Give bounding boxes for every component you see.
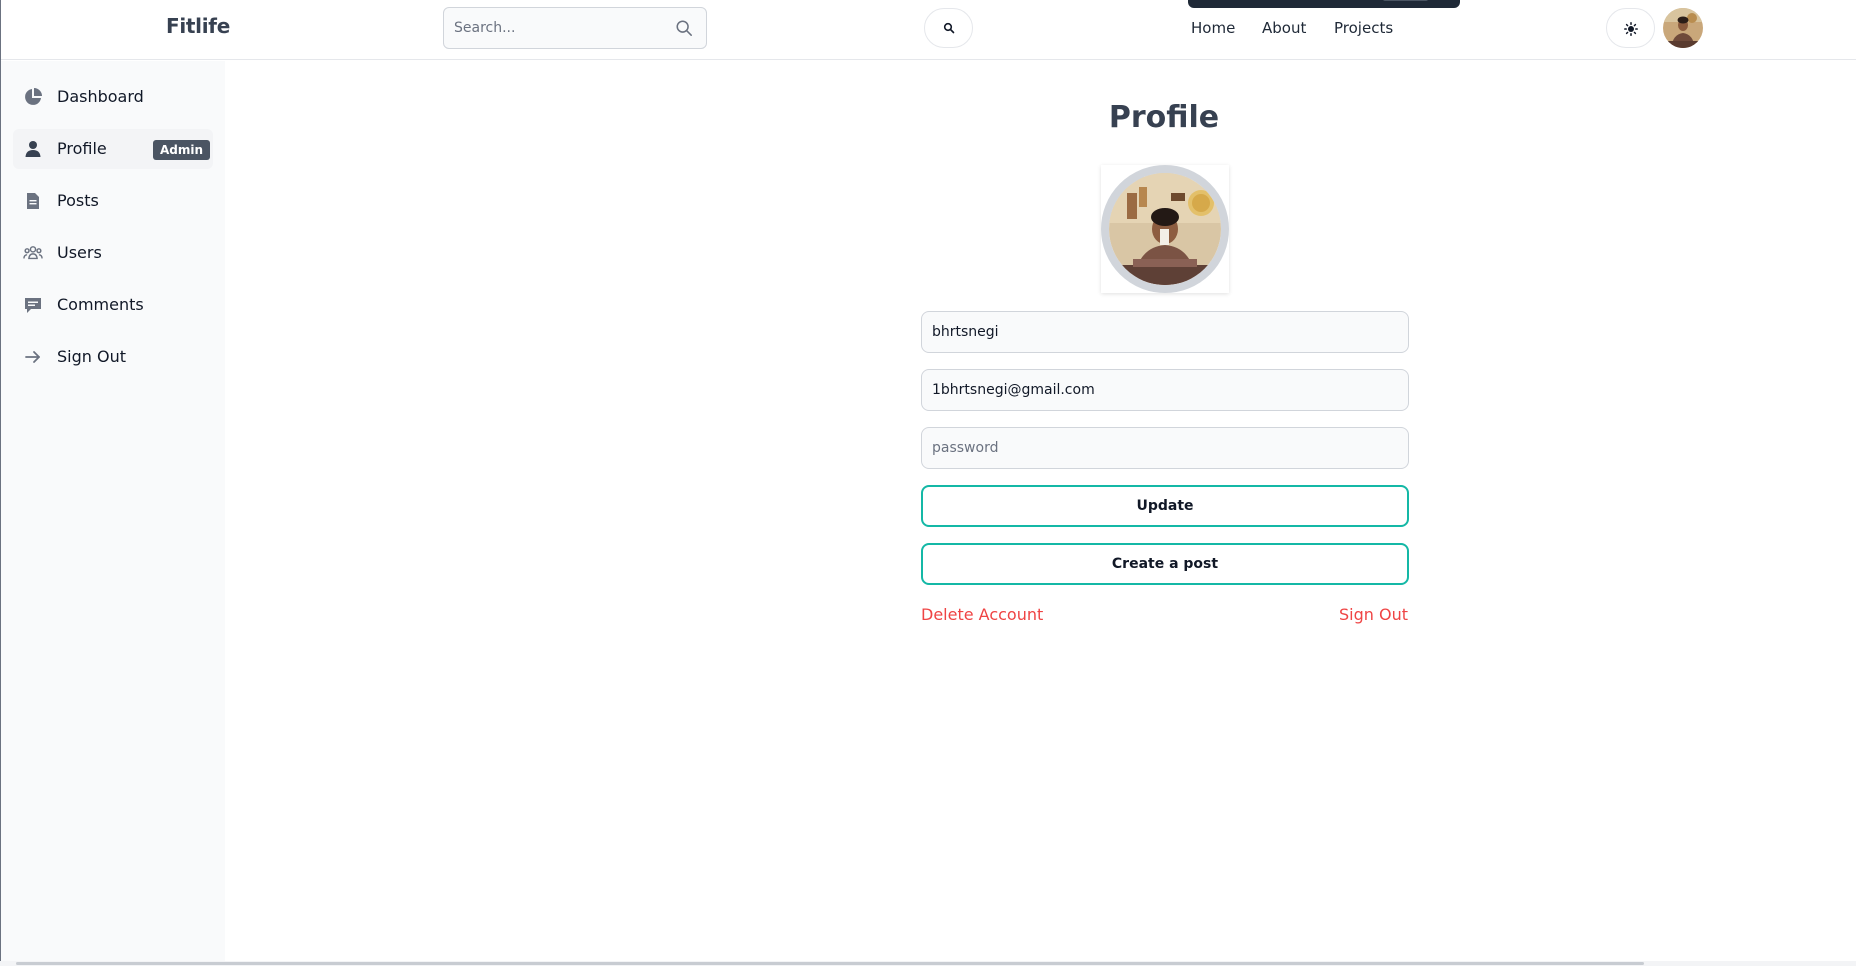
delete-account-link[interactable]: Delete Account bbox=[921, 605, 1043, 624]
user-icon bbox=[25, 141, 41, 157]
nav-about[interactable]: About bbox=[1262, 19, 1306, 37]
search-icon[interactable] bbox=[675, 19, 693, 37]
sidebar-item-posts[interactable]: Posts bbox=[13, 181, 213, 221]
sidebar-item-label: Dashboard bbox=[57, 87, 144, 106]
sidebar-item-users[interactable]: Users bbox=[13, 233, 213, 273]
sidebar-item-label: Sign Out bbox=[57, 347, 126, 366]
profile-avatar bbox=[1101, 165, 1229, 293]
sun-icon bbox=[1624, 22, 1638, 36]
search-input[interactable] bbox=[444, 8, 664, 48]
horizontal-scrollbar[interactable] bbox=[0, 961, 1856, 966]
sidebar-item-sign-out[interactable]: Sign Out bbox=[13, 337, 213, 377]
password-field[interactable] bbox=[921, 427, 1409, 469]
comment-icon bbox=[25, 298, 41, 313]
top-navbar: Fitlife Home About Projects bbox=[1, 0, 1856, 60]
document-icon bbox=[27, 193, 39, 209]
scrollbar-thumb[interactable] bbox=[16, 962, 1644, 965]
page-title: Profile bbox=[1108, 100, 1220, 135]
sidebar-item-label: Users bbox=[57, 243, 102, 262]
profile-image bbox=[1109, 173, 1221, 285]
brand-logo[interactable]: Fitlife bbox=[166, 14, 230, 38]
sidebar-item-dashboard[interactable]: Dashboard bbox=[13, 77, 213, 117]
create-post-button[interactable]: Create a post bbox=[921, 543, 1409, 585]
email-field[interactable] bbox=[921, 369, 1409, 411]
sidebar-item-label: Comments bbox=[57, 295, 144, 314]
pie-chart-icon bbox=[25, 88, 42, 105]
avatar-image bbox=[1663, 8, 1703, 48]
arrow-right-icon bbox=[25, 351, 40, 363]
sidebar-item-label: Profile bbox=[57, 139, 107, 158]
user-avatar[interactable] bbox=[1663, 8, 1703, 48]
nav-projects[interactable]: Projects bbox=[1334, 19, 1393, 37]
profile-picture-upload[interactable] bbox=[1101, 165, 1229, 293]
overlay-bar bbox=[1188, 0, 1460, 8]
search-box[interactable] bbox=[443, 7, 707, 49]
update-button[interactable]: Update bbox=[921, 485, 1409, 527]
username-field[interactable] bbox=[921, 311, 1409, 353]
users-icon bbox=[23, 246, 43, 260]
sign-out-link[interactable]: Sign Out bbox=[1339, 605, 1408, 624]
sidebar-item-comments[interactable]: Comments bbox=[13, 285, 213, 325]
role-badge: Admin bbox=[153, 140, 211, 160]
sidebar-item-profile[interactable]: Profile Admin bbox=[13, 129, 213, 169]
sidebar: Dashboard Profile Admin Posts Users Comm… bbox=[1, 61, 225, 966]
sidebar-item-label: Posts bbox=[57, 191, 99, 210]
nav-home[interactable]: Home bbox=[1191, 19, 1235, 37]
mobile-search-button[interactable] bbox=[924, 8, 973, 48]
search-icon bbox=[943, 22, 955, 34]
theme-toggle-button[interactable] bbox=[1606, 8, 1655, 48]
